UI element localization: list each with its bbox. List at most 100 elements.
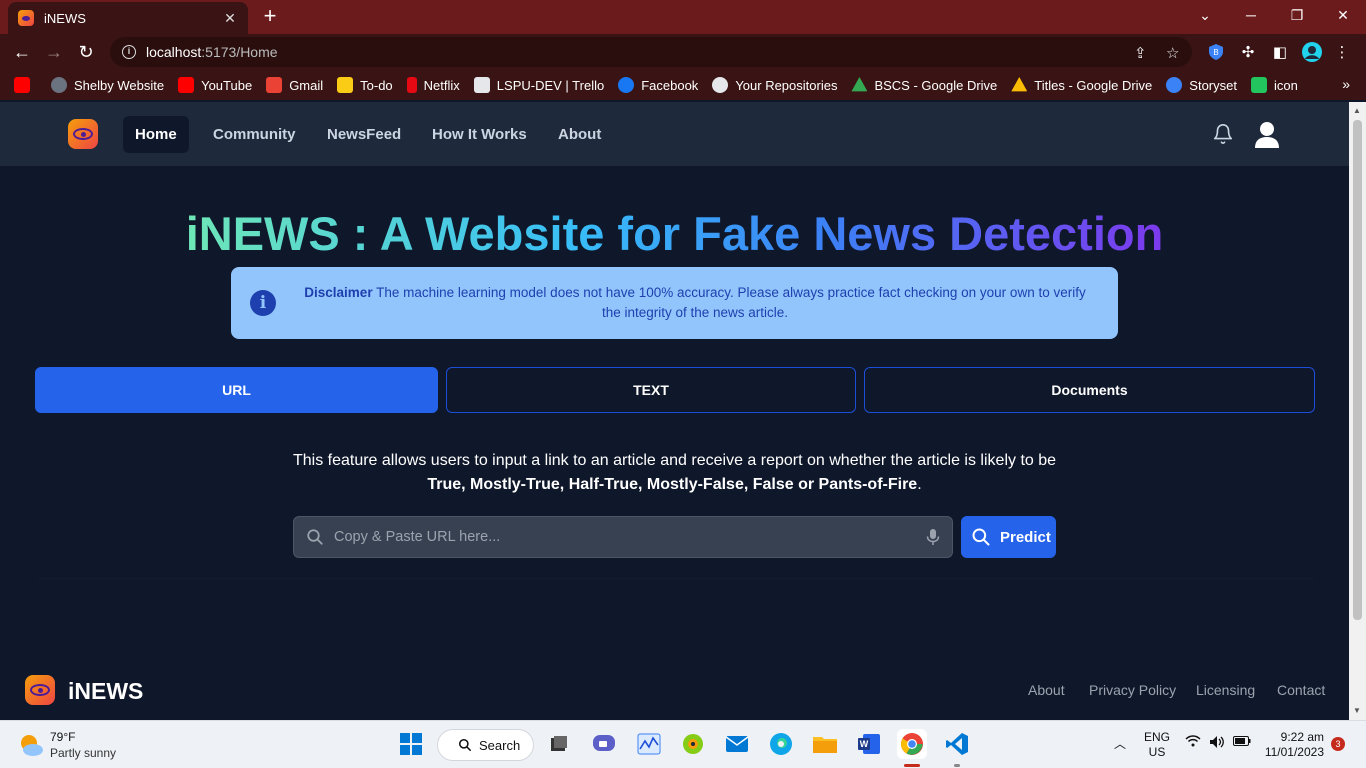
side-panel-icon[interactable]: ◧	[1270, 42, 1290, 62]
bookmark-item[interactable]: Facebook	[618, 77, 698, 93]
bookmark-item[interactable]: icon	[1250, 77, 1298, 93]
share-icon[interactable]: ⇪	[1134, 44, 1147, 62]
scroll-down-arrow-icon[interactable]: ▼	[1353, 706, 1361, 715]
bookmark-item[interactable]: Gmail	[266, 77, 323, 93]
bookmark-item[interactable]: Shelby Website	[51, 77, 164, 93]
browser-tabstrip: iNEWS ✕ + ⌄ ─ ❐ ✕	[0, 0, 1366, 34]
chameleon-app-icon[interactable]	[678, 729, 708, 759]
svg-text:B: B	[1213, 48, 1218, 57]
weather-condition[interactable]: Partly sunny	[50, 746, 116, 760]
input-language[interactable]: ENG US	[1144, 730, 1170, 760]
bookmark-star-icon[interactable]: ☆	[1166, 44, 1179, 62]
profile-avatar-icon[interactable]	[1302, 42, 1322, 62]
bookmark-favicon-icon	[712, 77, 729, 93]
bookmark-favicon-icon	[178, 77, 195, 93]
minimize-window-icon[interactable]: ─	[1228, 0, 1274, 30]
footer-logo-icon[interactable]	[25, 675, 55, 705]
footer-link-privacy-policy[interactable]: Privacy Policy	[1089, 682, 1176, 698]
task-view-icon[interactable]	[544, 729, 574, 759]
password-manager-extension-icon[interactable]: B	[1206, 42, 1226, 62]
battery-icon[interactable]	[1233, 735, 1251, 750]
teams-chat-icon[interactable]	[589, 729, 619, 759]
scroll-up-arrow-icon[interactable]: ▲	[1353, 106, 1361, 115]
nav-how-it-works[interactable]: How It Works	[420, 116, 539, 153]
scrollbar-thumb[interactable]	[1353, 120, 1362, 620]
taskbar-search-label: Search	[479, 737, 521, 753]
browser-tab-title: iNEWS	[44, 10, 86, 26]
back-icon[interactable]: ←	[10, 40, 34, 64]
predict-button[interactable]: Predict	[961, 516, 1056, 558]
bookmark-favicon-icon	[618, 77, 635, 93]
nav-community[interactable]: Community	[201, 116, 308, 153]
restore-window-icon[interactable]: ❐	[1274, 0, 1320, 30]
microphone-icon[interactable]	[926, 529, 940, 546]
nav-home[interactable]: Home	[123, 116, 189, 153]
mail-icon[interactable]	[722, 729, 752, 759]
tab-text[interactable]: TEXT	[446, 367, 856, 413]
system-clock[interactable]: 9:22 am 11/01/2023	[1262, 730, 1324, 760]
show-hidden-icons-icon[interactable]: ︿	[1114, 735, 1126, 752]
bookmark-item[interactable]: To-do	[337, 77, 393, 93]
feature-period: .	[917, 476, 922, 493]
footer-link-contact[interactable]: Contact	[1277, 682, 1325, 698]
footer-link-about[interactable]: About	[1028, 682, 1065, 698]
disclaimer-label: Disclaimer	[304, 285, 373, 300]
tab-search-icon[interactable]: ⌄	[1182, 0, 1228, 30]
forward-icon[interactable]: →	[42, 40, 66, 64]
chrome-icon[interactable]	[897, 729, 927, 759]
bookmark-item[interactable]: BSCS - Google Drive	[851, 77, 997, 93]
performance-monitor-icon[interactable]	[634, 729, 664, 759]
bookmark-item[interactable]: Netflix	[406, 77, 460, 93]
url-input[interactable]	[334, 517, 914, 557]
inews-logo-icon[interactable]	[68, 119, 98, 149]
tab-documents[interactable]: Documents	[864, 367, 1315, 413]
reload-icon[interactable]: ↻	[74, 40, 98, 64]
browser-tab[interactable]: iNEWS ✕	[8, 2, 248, 34]
disclaimer-message: Disclaimer The machine learning model do…	[295, 283, 1095, 323]
bookmark-item[interactable]	[14, 77, 37, 93]
weather-temperature[interactable]: 79°F	[50, 730, 75, 744]
vscode-running-indicator	[954, 764, 960, 767]
vscode-icon[interactable]	[942, 729, 972, 759]
bookmark-favicon-icon	[266, 77, 283, 93]
url-path: :5173/Home	[201, 44, 278, 60]
word-icon[interactable]: W	[854, 729, 884, 759]
notification-count-badge[interactable]: 3	[1331, 737, 1345, 751]
close-window-icon[interactable]: ✕	[1320, 0, 1366, 30]
bookmark-favicon-icon	[1011, 77, 1028, 92]
bookmark-item[interactable]: YouTube	[178, 77, 252, 93]
edge-browser-icon[interactable]	[766, 729, 796, 759]
footer-brand[interactable]: iNEWS	[68, 678, 143, 705]
file-explorer-icon[interactable]	[810, 729, 840, 759]
bookmark-favicon-icon	[851, 77, 868, 92]
feature-description: This feature allows users to input a lin…	[0, 449, 1349, 497]
site-info-icon[interactable]: i	[122, 45, 136, 59]
bookmarks-bar: Shelby Website YouTube Gmail To-do Netfl…	[0, 70, 1366, 100]
taskbar-search[interactable]: Search	[437, 729, 534, 761]
nav-newsfeed[interactable]: NewsFeed	[315, 116, 413, 153]
page-title: iNEWS : A Website for Fake News Detectio…	[185, 207, 1164, 260]
more-bookmarks-icon[interactable]: »	[1342, 76, 1350, 92]
windows-start-icon[interactable]	[396, 729, 426, 759]
bookmark-item[interactable]: Storyset	[1166, 77, 1237, 93]
section-divider	[38, 578, 1314, 579]
footer-link-licensing[interactable]: Licensing	[1196, 682, 1255, 698]
browser-menu-icon[interactable]: ⋮	[1332, 42, 1352, 62]
url-search-box	[293, 516, 953, 558]
bookmark-favicon-icon	[406, 77, 417, 93]
user-account-icon[interactable]	[1254, 121, 1280, 149]
extensions-puzzle-icon[interactable]: ✣	[1238, 42, 1258, 62]
partly-sunny-weather-icon[interactable]	[18, 733, 44, 757]
volume-icon[interactable]	[1209, 735, 1225, 752]
nav-about[interactable]: About	[546, 116, 613, 153]
address-bar[interactable]: i localhost:5173/Home ⇪ ☆	[110, 37, 1192, 67]
wifi-icon[interactable]	[1185, 735, 1201, 750]
new-tab-button[interactable]: +	[258, 4, 282, 28]
bookmark-item[interactable]: Titles - Google Drive	[1011, 77, 1152, 93]
bookmark-item[interactable]: Your Repositories	[712, 77, 837, 93]
page-scrollbar[interactable]: ▲ ▼	[1349, 102, 1366, 720]
close-tab-icon[interactable]: ✕	[222, 10, 238, 27]
notification-bell-icon[interactable]	[1212, 123, 1234, 145]
tab-url[interactable]: URL	[35, 367, 438, 413]
bookmark-item[interactable]: LSPU-DEV | Trello	[473, 77, 604, 93]
